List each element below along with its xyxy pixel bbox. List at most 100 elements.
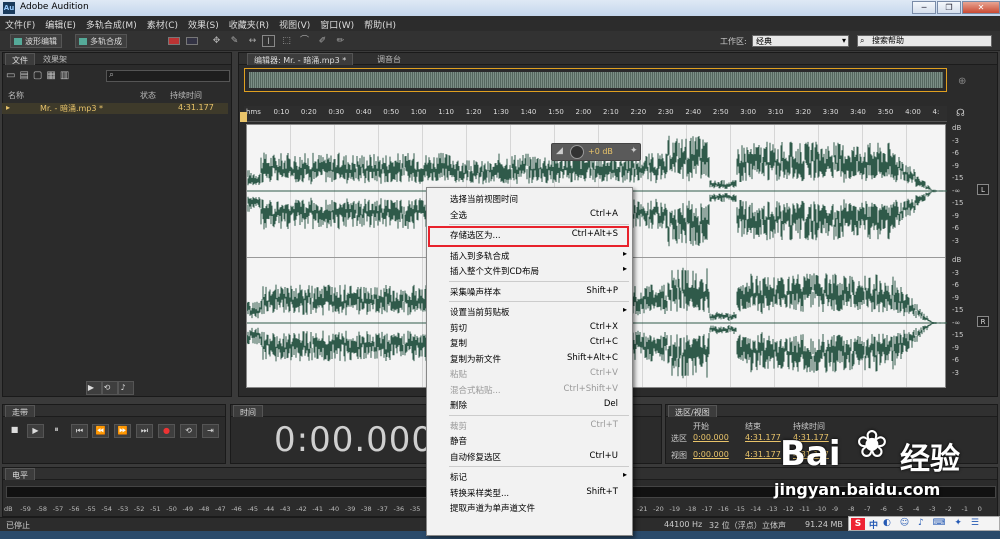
tab-mixer[interactable]: 调音台: [371, 53, 407, 65]
menu-window[interactable]: 窗口(W): [315, 16, 359, 31]
selection-start[interactable]: 0:00.000: [693, 433, 729, 442]
trash-icon[interactable]: ▥: [60, 70, 73, 81]
context-menu-item[interactable]: 采集噪声样本 Shift+P: [427, 284, 632, 299]
pause-icon[interactable]: ⏸: [48, 424, 65, 438]
lasso-tool-icon[interactable]: ⌒: [298, 35, 311, 47]
slip-tool-icon[interactable]: ↔: [246, 35, 259, 47]
ime-tool-icons[interactable]: ◐ ☺ ♪ ⌨ ✦ ☰: [883, 518, 982, 528]
tab-selection-view[interactable]: 选区/视图: [668, 405, 717, 417]
col-name[interactable]: 名称: [8, 90, 24, 101]
menu-file[interactable]: 文件(F): [0, 16, 40, 31]
play-button[interactable]: ▶: [27, 424, 44, 438]
channel-left-label[interactable]: L: [977, 184, 989, 195]
pin-icon[interactable]: ✦: [630, 146, 638, 156]
healing-tool-icon[interactable]: ✏: [334, 35, 347, 47]
menu-help[interactable]: 帮助(H): [359, 16, 401, 31]
ime-toolbar[interactable]: S 中 ◐ ☺ ♪ ⌨ ✦ ☰: [848, 516, 1000, 531]
gain-knob[interactable]: [570, 145, 584, 159]
go-end-button[interactable]: ⏭: [136, 424, 153, 438]
menu-clip[interactable]: 素材(C): [142, 16, 183, 31]
toolbar: 波形编辑 多轨合成 ✥ ✎ ↔ I ⬚ ⌒ ✐ ✏ 工作区: 经典 ▾ ⌕ 搜索…: [0, 31, 1000, 51]
context-menu-item[interactable]: 删除 Del: [427, 397, 632, 412]
rewind-button[interactable]: ⏪: [92, 424, 109, 438]
channel-right-label[interactable]: R: [977, 316, 989, 327]
app-logo-icon: Au: [3, 2, 15, 14]
record-button[interactable]: ●: [158, 424, 175, 438]
context-menu-item[interactable]: 插入到多轨合成 ▸: [427, 248, 632, 263]
file-name: Mr. - 暗涌.mp3 *: [40, 104, 104, 113]
autoplay-icon[interactable]: ♪: [118, 381, 134, 395]
new-file-icon[interactable]: ▢: [33, 70, 46, 81]
maximize-button[interactable]: ❐: [937, 1, 961, 14]
context-menu-item[interactable]: 剪切 Ctrl+X: [427, 320, 632, 335]
open-folder-icon[interactable]: ▭: [6, 70, 19, 81]
status-bit-depth: 32 位（浮点）: [709, 521, 762, 530]
tab-files[interactable]: 文件: [5, 53, 35, 65]
menu-edit[interactable]: 编辑(E): [40, 16, 81, 31]
col-duration[interactable]: 持续时间: [170, 90, 202, 101]
time-selection-tool-icon[interactable]: I: [262, 35, 275, 47]
ime-mode[interactable]: 中: [869, 518, 878, 531]
loop-icon[interactable]: ⟲: [102, 381, 118, 395]
minimize-button[interactable]: ─: [912, 1, 936, 14]
editor-tabbar: 编辑器: Mr. - 暗涌.mp3 * 调音台: [239, 53, 997, 65]
menu-effects[interactable]: 效果(S): [183, 16, 224, 31]
menu-multitrack[interactable]: 多轨合成(M): [81, 16, 142, 31]
loop-button[interactable]: ⟲: [180, 424, 197, 438]
view-start[interactable]: 0:00.000: [693, 450, 729, 459]
zoom-icon[interactable]: ⊕: [958, 76, 966, 87]
workspace-label: 工作区:: [720, 37, 747, 46]
db-label: -15: [952, 306, 964, 314]
forward-button[interactable]: ⏩: [114, 424, 131, 438]
waveform-editor-button[interactable]: 波形编辑: [10, 34, 62, 48]
context-menu-item[interactable]: 复制为新文件 Shift+Alt+C: [427, 351, 632, 366]
menu-view[interactable]: 视图(V): [274, 16, 315, 31]
context-menu-item[interactable]: 复制 Ctrl+C: [427, 335, 632, 350]
menu-item-shortcut: Ctrl+T: [590, 419, 618, 430]
ruler-tick: 3:20: [795, 108, 811, 116]
tab-time[interactable]: 时间: [233, 405, 263, 417]
move-tool-icon[interactable]: ✥: [210, 35, 223, 47]
menu-favorites[interactable]: 收藏夹(R): [224, 16, 274, 31]
play-icon[interactable]: ▶: [86, 381, 102, 395]
close-button[interactable]: ✕: [962, 1, 1000, 14]
context-menu-item[interactable]: 转换采样类型... Shift+T: [427, 485, 632, 500]
workspace-select[interactable]: 经典 ▾: [752, 35, 849, 47]
stop-icon[interactable]: ■: [6, 424, 23, 438]
insert-icon[interactable]: ▦: [46, 70, 59, 81]
context-menu-item[interactable]: 选择当前视图时间: [427, 191, 632, 206]
level-scale-label: -56: [68, 505, 80, 513]
context-menu-item[interactable]: 全选 Ctrl+A: [427, 207, 632, 222]
import-icon[interactable]: ▤: [19, 70, 32, 81]
context-menu-item[interactable]: 插入整个文件到CD布局 ▸: [427, 263, 632, 278]
context-menu-item[interactable]: 设置当前剪贴板 ▸: [427, 304, 632, 319]
tab-levels[interactable]: 电平: [5, 468, 35, 480]
multitrack-button[interactable]: 多轨合成: [75, 34, 127, 48]
waveform-overview[interactable]: [244, 68, 947, 92]
context-menu-item[interactable]: 提取声道为单声道文件: [427, 500, 632, 515]
headphones-icon[interactable]: ☊: [956, 108, 965, 119]
spectral-pitch-icon[interactable]: [186, 37, 198, 45]
file-search-input[interactable]: ⌕: [106, 70, 230, 82]
context-menu-item[interactable]: 标记 ▸: [427, 469, 632, 484]
gain-hud[interactable]: ◢ +0 dB ✦: [551, 143, 641, 161]
razor-tool-icon[interactable]: ✎: [228, 35, 241, 47]
marquee-tool-icon[interactable]: ⬚: [280, 35, 293, 47]
time-ruler[interactable]: hms 0:10 0:20 0:30 0:40 0:50 1:00 1:10 1:20 1:30 1…: [244, 106, 947, 122]
spectral-display-icon[interactable]: [168, 37, 180, 45]
col-status[interactable]: 状态: [140, 90, 156, 101]
skip-button[interactable]: ⇥: [202, 424, 219, 438]
brush-tool-icon[interactable]: ✐: [316, 35, 329, 47]
context-menu-item[interactable]: 静音: [427, 433, 632, 448]
search-help-input[interactable]: ⌕ 搜索帮助: [857, 35, 992, 47]
tab-transport[interactable]: 走带: [5, 405, 35, 417]
level-scale-label: -38: [361, 505, 372, 513]
file-row[interactable]: ▸ Mr. - 暗涌.mp3 * 4:31.177: [2, 103, 228, 114]
menu-separator: [449, 224, 629, 225]
context-menu-item[interactable]: 自动修复选区 Ctrl+U: [427, 449, 632, 464]
tab-effects-rack[interactable]: 效果架: [37, 53, 73, 65]
tab-editor[interactable]: 编辑器: Mr. - 暗涌.mp3 *: [247, 53, 354, 65]
go-start-button[interactable]: ⏮: [71, 424, 88, 438]
gain-icon: ◢: [556, 146, 563, 156]
playhead-marker[interactable]: [240, 112, 247, 122]
